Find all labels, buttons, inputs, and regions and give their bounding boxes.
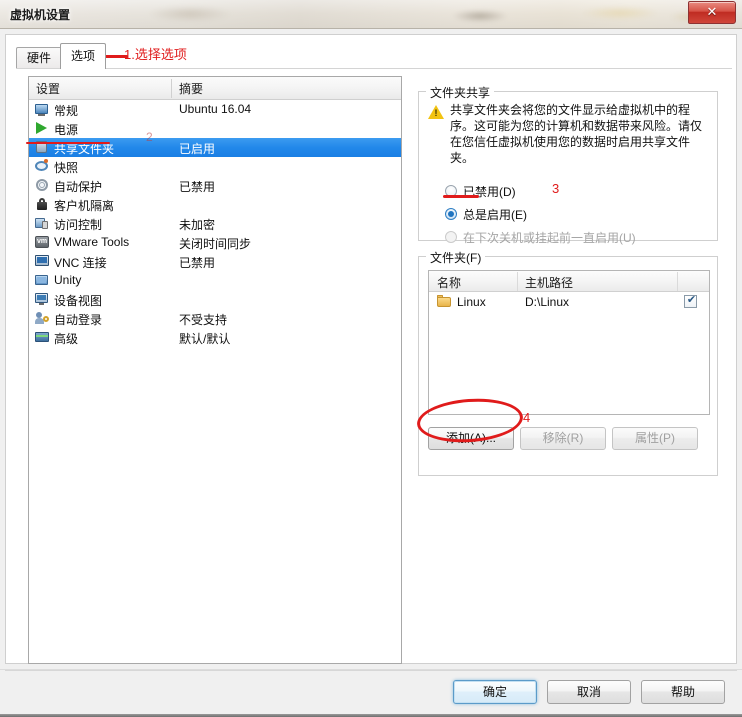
- list-item-vnc[interactable]: VNC 连接 已禁用: [29, 252, 401, 271]
- list-item-snapshot[interactable]: 快照: [29, 157, 401, 176]
- ok-button[interactable]: 确定: [453, 680, 537, 704]
- warning-triangle-icon: !: [428, 105, 444, 119]
- list-item-summary: 已禁用: [179, 180, 216, 194]
- list-item-label: Unity: [54, 273, 82, 287]
- tab-separator: [16, 68, 732, 69]
- list-item-label: VNC 连接: [54, 256, 107, 270]
- settings-list-panel[interactable]: 设置 摘要 常规 Ubuntu 16.04 电源 共享文件夹 已启用 快照 自动…: [28, 76, 402, 664]
- aero-glass-blur: [150, 4, 710, 26]
- settings-list: 常规 Ubuntu 16.04 电源 共享文件夹 已启用 快照 自动保护 已禁用…: [29, 100, 401, 663]
- cancel-button[interactable]: 取消: [547, 680, 631, 704]
- list-item-label: 自动保护: [54, 180, 103, 194]
- radio-icon: [445, 231, 457, 243]
- folders-column-name: 名称: [437, 276, 462, 290]
- folder-name-cell: Linux: [457, 295, 486, 309]
- folders-column-path: 主机路径: [525, 276, 574, 290]
- tab-options[interactable]: 选项: [60, 43, 107, 69]
- help-button[interactable]: 帮助: [641, 680, 725, 704]
- folder-properties-button: 属性(P): [612, 427, 698, 450]
- list-item-power[interactable]: 电源: [29, 119, 401, 138]
- list-item-auto-login[interactable]: 自动登录 不受支持: [29, 309, 401, 328]
- folders-group: 文件夹(F) 名称 主机路径 Linux D:\Linux ✔ 添加(A)...…: [418, 249, 718, 476]
- column-header-summary: 摘要: [179, 82, 204, 96]
- list-item-vmware-tools[interactable]: vm VMware Tools 关闭时间同步: [29, 233, 401, 252]
- list-item-autoprotect[interactable]: 自动保护 已禁用: [29, 176, 401, 195]
- folder-path-cell: D:\Linux: [525, 295, 570, 309]
- snapshot-icon: [35, 159, 50, 174]
- vm-settings-dialog: 虚拟机设置 ✕ 硬件 选项 设置 摘要 常规 Ubuntu 16.04 电源 共…: [0, 0, 742, 717]
- dialog-content-frame: 硬件 选项 设置 摘要 常规 Ubuntu 16.04 电源 共享文件夹 已启用…: [5, 34, 737, 664]
- dialog-footer: 确定 取消 帮助: [0, 669, 742, 717]
- options-detail-pane: 文件夹共享 ! 共享文件夹会将您的文件显示给虚拟机中的程序。这可能为您的计算机和…: [412, 76, 724, 664]
- unity-icon: [35, 273, 50, 288]
- radio-label: 已禁用(D): [463, 185, 516, 199]
- vnc-icon: [35, 254, 50, 269]
- autoprotect-icon: [35, 178, 50, 193]
- list-item-summary: Ubuntu 16.04: [179, 102, 252, 116]
- tab-strip: 硬件 选项: [12, 43, 732, 69]
- list-item-shared-folders[interactable]: 共享文件夹 已启用: [29, 138, 401, 157]
- table-row[interactable]: Linux D:\Linux ✔: [429, 292, 709, 312]
- list-item-label: 客户机隔离: [54, 199, 115, 213]
- tab-hardware[interactable]: 硬件: [16, 47, 63, 68]
- list-item-device-view[interactable]: 设备视图: [29, 290, 401, 309]
- list-item-label: 高级: [54, 332, 79, 346]
- list-item-label: 快照: [54, 161, 79, 175]
- folder-enabled-checkbox[interactable]: ✔: [684, 294, 697, 308]
- close-icon: ✕: [706, 4, 718, 19]
- dialog-body: 硬件 选项 设置 摘要 常规 Ubuntu 16.04 电源 共享文件夹 已启用…: [0, 29, 742, 669]
- list-item-summary: 关闭时间同步: [179, 237, 252, 251]
- list-item-label: 常规: [54, 104, 79, 118]
- list-item-summary: 已启用: [179, 142, 216, 156]
- folder-sharing-warning-text: 共享文件夹会将您的文件显示给虚拟机中的程序。这可能为您的计算机和数据带来风险。请…: [450, 103, 703, 165]
- folders-table-header: 名称 主机路径: [429, 271, 709, 292]
- list-item-label: 电源: [54, 123, 79, 137]
- checkmark-icon: ✔: [686, 294, 697, 306]
- list-item-label: 自动登录: [54, 313, 103, 327]
- list-item-summary: 不受支持: [179, 313, 228, 327]
- list-item-unity[interactable]: Unity: [29, 271, 401, 290]
- close-button[interactable]: ✕: [688, 1, 736, 24]
- list-item-summary: 已禁用: [179, 256, 216, 270]
- list-item-access-control[interactable]: 访问控制 未加密: [29, 214, 401, 233]
- access-control-icon: [35, 216, 50, 231]
- title-bar: 虚拟机设置 ✕: [0, 0, 742, 29]
- list-item-label: 共享文件夹: [54, 142, 115, 156]
- list-item-label: 设备视图: [54, 294, 103, 308]
- folder-icon: [437, 295, 451, 307]
- radio-icon: [445, 185, 457, 197]
- lock-icon: [35, 197, 50, 212]
- monitor-icon: [35, 102, 50, 117]
- auto-login-icon: [35, 311, 50, 326]
- radio-label: 总是启用(E): [463, 208, 527, 222]
- list-item-guest-isolation[interactable]: 客户机隔离: [29, 195, 401, 214]
- radio-label: 在下次关机或挂起前一直启用(U): [463, 231, 636, 245]
- footer-divider: [5, 670, 737, 671]
- advanced-icon: [35, 330, 50, 345]
- column-divider: [171, 79, 172, 98]
- list-item-summary: 默认/默认: [179, 332, 231, 346]
- list-item-label: VMware Tools: [54, 235, 130, 249]
- list-item-label: 访问控制: [54, 218, 103, 232]
- device-view-icon: [35, 292, 50, 307]
- list-item-advanced[interactable]: 高级 默认/默认: [29, 328, 401, 347]
- power-play-icon: [35, 121, 50, 136]
- remove-folder-button: 移除(R): [520, 427, 606, 450]
- folder-sharing-group: 文件夹共享 ! 共享文件夹会将您的文件显示给虚拟机中的程序。这可能为您的计算机和…: [418, 84, 718, 245]
- column-header-setting: 设置: [36, 82, 61, 96]
- window-title: 虚拟机设置: [10, 8, 71, 22]
- folders-group-title: 文件夹(F): [426, 249, 486, 266]
- radio-icon: [445, 208, 457, 220]
- settings-list-header: 设置 摘要: [29, 77, 401, 100]
- add-folder-button[interactable]: 添加(A)...: [428, 427, 514, 450]
- shared-folders-icon: [35, 140, 50, 155]
- folder-sharing-group-title: 文件夹共享: [426, 84, 495, 101]
- folders-table[interactable]: 名称 主机路径 Linux D:\Linux ✔: [428, 270, 710, 415]
- list-item-summary: 未加密: [179, 218, 216, 232]
- vmware-tools-icon: vm: [35, 235, 50, 250]
- list-item-general[interactable]: 常规 Ubuntu 16.04: [29, 100, 401, 119]
